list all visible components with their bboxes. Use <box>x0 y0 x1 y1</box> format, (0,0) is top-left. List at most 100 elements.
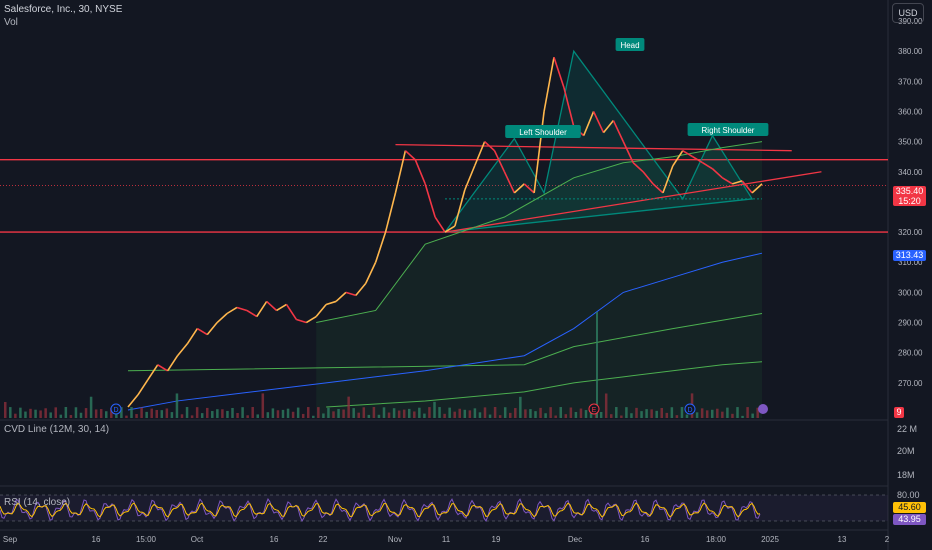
volume-bar <box>741 415 744 418</box>
volume-bar <box>266 412 270 418</box>
time-axis-label-6: Nov <box>388 535 402 544</box>
volume-bar <box>418 407 421 418</box>
volume-bar <box>125 415 128 418</box>
volume-bar <box>413 411 416 418</box>
volume-bar <box>726 407 729 418</box>
volume-bar <box>721 411 724 418</box>
volume-bar <box>746 407 749 418</box>
volume-bar <box>736 407 739 418</box>
price-segment <box>236 306 248 312</box>
volume-bar <box>256 414 259 418</box>
volume-bar <box>493 407 497 418</box>
volume-bar <box>226 410 229 418</box>
volume-bar <box>105 411 108 418</box>
volume-bar <box>478 412 482 418</box>
cvd-axis-22m: 22 M <box>897 424 918 434</box>
time-axis-label-3: Oct <box>191 535 204 544</box>
volume-bar <box>700 408 704 418</box>
volume-bar <box>433 401 436 418</box>
volume-bar <box>392 408 396 418</box>
rsi-value-1: 45.60 <box>893 502 926 513</box>
volume-bar <box>630 413 633 418</box>
volume-bar <box>79 412 83 418</box>
price-chart[interactable]: 390.00380.00370.00360.00350.00340.00320.… <box>0 0 932 550</box>
volume-bar <box>175 393 179 418</box>
price-segment <box>325 300 337 306</box>
volume-bar <box>180 414 184 418</box>
cvd-title: CVD Line (12M, 30, 14) <box>4 424 110 435</box>
volume-bar <box>241 407 244 418</box>
volume-bar <box>620 415 623 418</box>
volume-bar <box>362 407 366 418</box>
volume-bar <box>216 409 219 418</box>
time-axis-label-1: 16 <box>92 535 101 544</box>
volume-bar <box>711 409 714 418</box>
volume-bar <box>534 411 537 418</box>
volume-bar <box>463 409 467 418</box>
event-marker-text-2: D <box>687 407 692 414</box>
time-axis-label-7: 11 <box>442 535 451 544</box>
volume-bar <box>423 413 426 418</box>
volume-bar <box>680 407 684 418</box>
volume-bar <box>221 409 224 418</box>
time-axis-label-0: Sep <box>3 535 18 544</box>
price-axis-label-1: 380.00 <box>898 47 923 56</box>
price-segment <box>127 394 139 408</box>
volume-bar <box>584 410 588 418</box>
price-segment <box>365 261 377 284</box>
volume-bar <box>271 408 275 418</box>
volume-bar <box>731 413 734 418</box>
volume-bar <box>246 415 249 418</box>
price-segment <box>335 291 347 303</box>
volume-bar <box>145 411 148 418</box>
volume-bar <box>69 415 73 418</box>
price-segment <box>414 159 426 185</box>
price-segment <box>296 318 307 324</box>
volume-bar <box>569 407 573 418</box>
currency-button[interactable]: USD <box>892 3 924 23</box>
rsi-title: RSI (14, close) <box>4 497 71 508</box>
volume-bar <box>438 407 441 418</box>
price-segment <box>147 364 159 381</box>
volume-tag: 9 <box>894 407 904 418</box>
price-segment <box>276 303 287 312</box>
volume-bar <box>44 408 47 418</box>
price-segment <box>176 343 189 357</box>
volume-bar <box>296 407 300 418</box>
price-segment <box>394 150 407 194</box>
volume-bar <box>200 413 204 418</box>
volume-bar <box>54 407 57 418</box>
volume-bar <box>49 412 52 418</box>
volume-bar <box>615 407 618 418</box>
volume-bar <box>367 414 371 418</box>
volume-bar <box>524 409 527 418</box>
volume-bar <box>94 409 98 418</box>
volume-bar <box>695 412 699 418</box>
volume-bar <box>705 410 709 418</box>
volume-bar <box>509 412 512 418</box>
price-axis-label-3: 360.00 <box>898 107 923 116</box>
volume-bar <box>150 408 153 418</box>
volume-bar <box>4 402 7 418</box>
volume-bar <box>236 413 239 418</box>
volume-bar <box>29 408 32 418</box>
volume-bar <box>281 409 285 418</box>
price-segment <box>404 150 416 161</box>
volume-bar <box>655 410 658 418</box>
time-axis-label-14: 2 <box>885 535 890 544</box>
time-axis-label-2: 15:00 <box>136 535 157 544</box>
volume-bar <box>610 414 613 418</box>
price-segment <box>345 291 357 297</box>
volume-bar <box>579 408 583 418</box>
event-marker-text-0: D <box>113 407 118 414</box>
blue-line-tag: 313.43 <box>893 250 926 261</box>
volume-bar <box>352 408 355 418</box>
volume-bar <box>39 410 42 418</box>
volume-bar <box>312 415 315 418</box>
price-segment <box>315 303 327 318</box>
volume-bar <box>195 407 199 418</box>
price-segment <box>553 56 565 88</box>
volume-bar <box>397 410 401 418</box>
price-axis-label-10: 280.00 <box>898 349 923 358</box>
price-segment <box>256 301 268 317</box>
